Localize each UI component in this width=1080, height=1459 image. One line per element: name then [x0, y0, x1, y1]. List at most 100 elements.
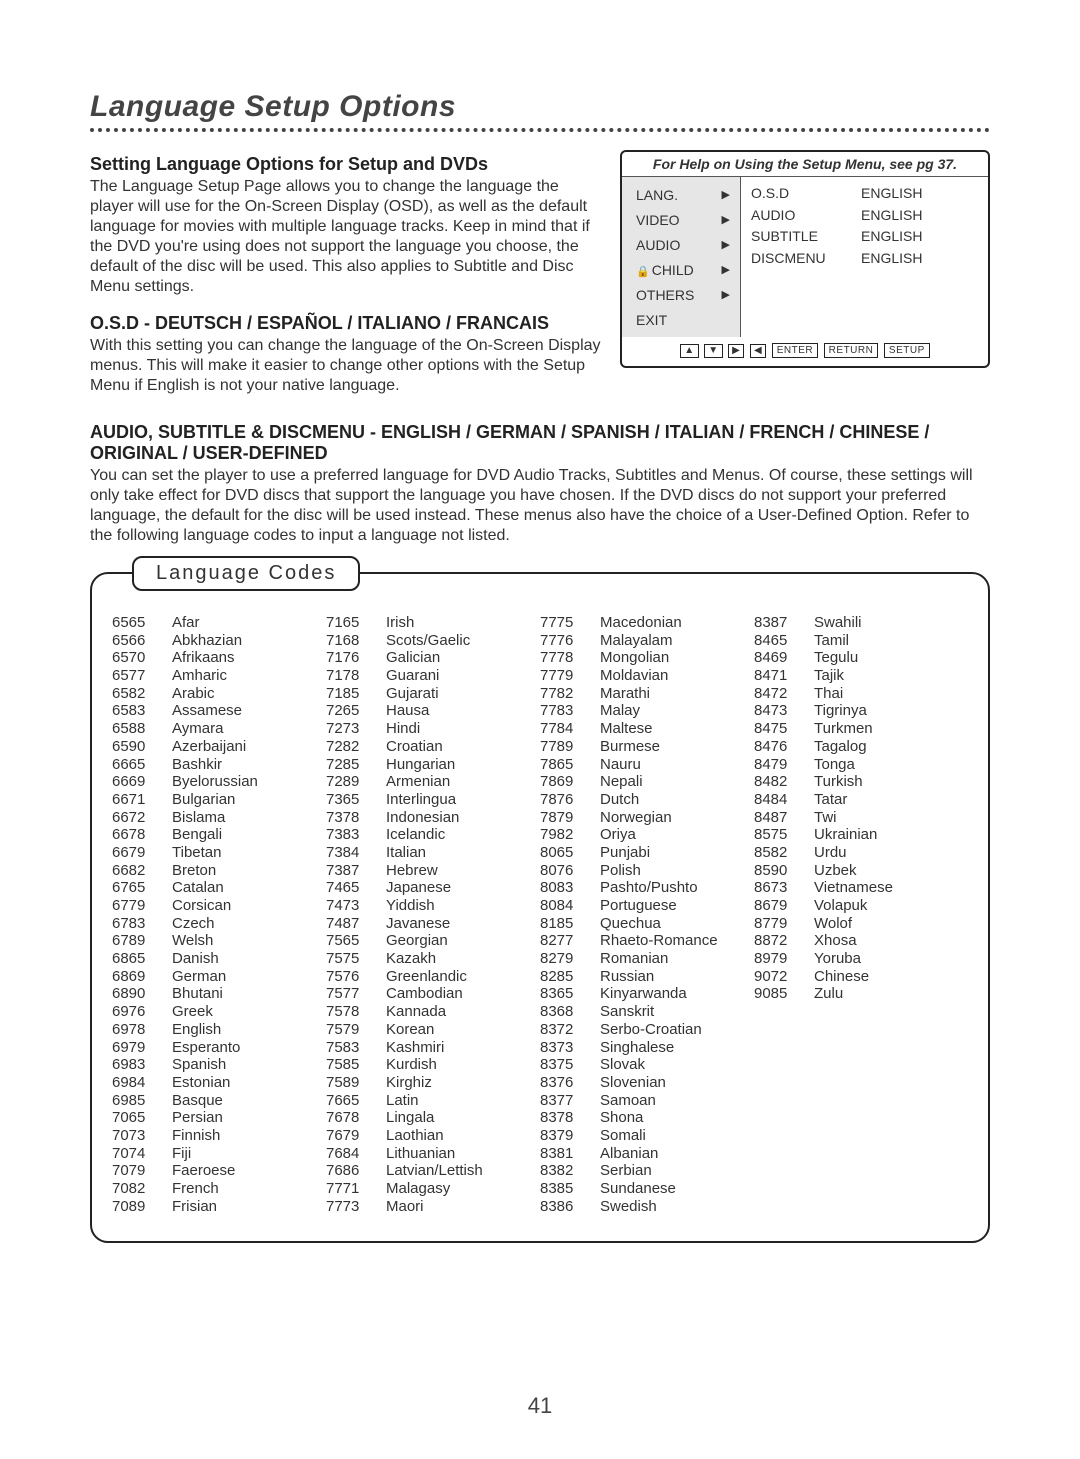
code-number: 7678	[326, 1109, 386, 1127]
menu-item-others[interactable]: OTHERS▶	[622, 283, 740, 308]
code-row: 7779Moldavian	[540, 667, 754, 685]
code-row: 7869Nepali	[540, 773, 754, 791]
code-language: Punjabi	[600, 844, 754, 862]
code-row: 8473Tigrinya	[754, 702, 968, 720]
key-enter: ENTER	[772, 343, 818, 358]
code-language: Polish	[600, 862, 754, 880]
setting-row-audio[interactable]: AUDIOENGLISH	[745, 205, 984, 227]
key-setup: SETUP	[884, 343, 930, 358]
setting-row-discmenu[interactable]: DISCMENUENGLISH	[745, 248, 984, 270]
code-language: Afrikaans	[172, 649, 326, 667]
code-number: 8378	[540, 1109, 600, 1127]
panel-help-text: For Help on Using the Setup Menu, see pg…	[622, 152, 988, 177]
code-number: 6565	[112, 614, 172, 632]
code-number: 7565	[326, 932, 386, 950]
section2-body: With this setting you can change the lan…	[90, 336, 602, 396]
code-number: 7168	[326, 632, 386, 650]
code-language: Scots/Gaelic	[386, 632, 540, 650]
code-number: 6679	[112, 844, 172, 862]
code-row: 6582Arabic	[112, 685, 326, 703]
code-row: 8279Romanian	[540, 950, 754, 968]
code-row: 7565Georgian	[326, 932, 540, 950]
code-number: 7378	[326, 809, 386, 827]
code-row: 8379Somali	[540, 1127, 754, 1145]
code-language: Bislama	[172, 809, 326, 827]
code-language: Hebrew	[386, 862, 540, 880]
code-row: 6672Bislama	[112, 809, 326, 827]
code-row: 6583Assamese	[112, 702, 326, 720]
code-number: 7771	[326, 1180, 386, 1198]
code-number: 8381	[540, 1145, 600, 1163]
code-language: Armenian	[386, 773, 540, 791]
code-language: Assamese	[172, 702, 326, 720]
code-row: 7789Burmese	[540, 738, 754, 756]
code-language: Tatar	[814, 791, 968, 809]
setting-key: SUBTITLE	[751, 226, 861, 248]
code-language: Lithuanian	[386, 1145, 540, 1163]
code-language: Swedish	[600, 1198, 754, 1216]
code-number: 6678	[112, 826, 172, 844]
setting-row-subtitle[interactable]: SUBTITLEENGLISH	[745, 226, 984, 248]
code-language: Cambodian	[386, 985, 540, 1003]
code-row: 7473Yiddish	[326, 897, 540, 915]
code-number: 7684	[326, 1145, 386, 1163]
code-row: 6565Afar	[112, 614, 326, 632]
code-number: 7285	[326, 756, 386, 774]
code-number: 6765	[112, 879, 172, 897]
code-row: 8487Twi	[754, 809, 968, 827]
code-language: Romanian	[600, 950, 754, 968]
code-number: 6985	[112, 1092, 172, 1110]
code-language: Twi	[814, 809, 968, 827]
code-number: 8479	[754, 756, 814, 774]
page-title: Language Setup Options	[90, 90, 990, 124]
code-row: 8575Ukrainian	[754, 826, 968, 844]
codes-col-4: 8387Swahili8465Tamil8469Tegulu8471Tajik8…	[754, 614, 968, 1215]
code-number: 6976	[112, 1003, 172, 1021]
code-row: 7782Marathi	[540, 685, 754, 703]
code-row: 7082French	[112, 1180, 326, 1198]
code-row: 7775Macedonian	[540, 614, 754, 632]
code-number: 7776	[540, 632, 600, 650]
code-row: 8185Quechua	[540, 915, 754, 933]
code-language: Latin	[386, 1092, 540, 1110]
code-row: 8582Urdu	[754, 844, 968, 862]
code-row: 7089Frisian	[112, 1198, 326, 1216]
section1-body: The Language Setup Page allows you to ch…	[90, 177, 602, 297]
code-number: 7869	[540, 773, 600, 791]
code-row: 7684Lithuanian	[326, 1145, 540, 1163]
code-row: 6566Abkhazian	[112, 632, 326, 650]
code-language: Spanish	[172, 1056, 326, 1074]
code-language: Turkmen	[814, 720, 968, 738]
code-row: 8482Turkish	[754, 773, 968, 791]
code-number: 8365	[540, 985, 600, 1003]
code-row: 8779Wolof	[754, 915, 968, 933]
code-language: Czech	[172, 915, 326, 933]
code-row: 8472Thai	[754, 685, 968, 703]
code-row: 9085Zulu	[754, 985, 968, 1003]
key-right-icon: ▶	[728, 344, 744, 358]
menu-item-exit[interactable]: EXIT	[622, 308, 740, 333]
code-row: 7665Latin	[326, 1092, 540, 1110]
code-language: Wolof	[814, 915, 968, 933]
code-row: 7185Gujarati	[326, 685, 540, 703]
code-language: Hausa	[386, 702, 540, 720]
menu-item-lang[interactable]: LANG.▶	[622, 183, 740, 208]
code-row: 8679Volapuk	[754, 897, 968, 915]
arrow-right-icon: ▶	[722, 237, 730, 254]
code-number: 7265	[326, 702, 386, 720]
code-row: 6570Afrikaans	[112, 649, 326, 667]
code-row: 8376Slovenian	[540, 1074, 754, 1092]
menu-item-video[interactable]: VIDEO▶	[622, 208, 740, 233]
language-codes-box: Language Codes 6565Afar6566Abkhazian6570…	[90, 572, 990, 1243]
setting-key: AUDIO	[751, 205, 861, 227]
code-number: 7082	[112, 1180, 172, 1198]
setting-row-osd[interactable]: O.S.DENGLISH	[745, 183, 984, 205]
menu-item-audio[interactable]: AUDIO▶	[622, 233, 740, 258]
section3-body: You can set the player to use a preferre…	[90, 466, 990, 546]
code-row: 8469Tegulu	[754, 649, 968, 667]
code-language: Faeroese	[172, 1162, 326, 1180]
code-number: 8465	[754, 632, 814, 650]
code-row: 7773Maori	[326, 1198, 540, 1216]
menu-item-child[interactable]: CHILD▶	[622, 258, 740, 283]
code-number: 7473	[326, 897, 386, 915]
